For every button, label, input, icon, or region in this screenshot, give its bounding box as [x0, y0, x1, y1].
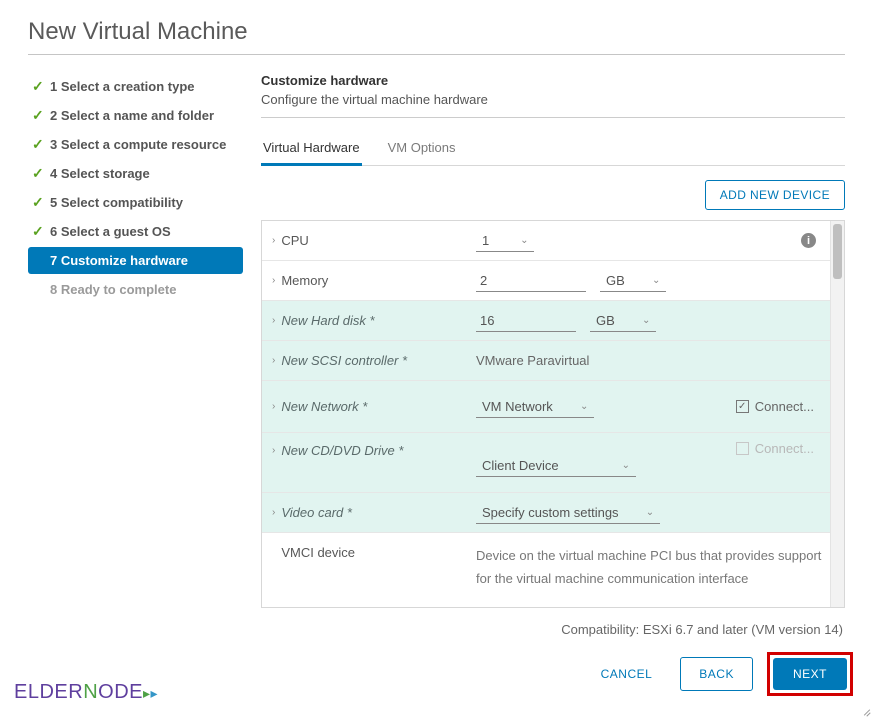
cpu-select[interactable]: 1 ⌄: [476, 230, 534, 252]
section-subtitle: Configure the virtual machine hardware: [261, 92, 845, 107]
scrollbar[interactable]: [830, 221, 844, 607]
row-expand[interactable]: › CPU: [268, 233, 476, 248]
video-select[interactable]: Specify custom settings ⌄: [476, 502, 660, 524]
row-video-card: › Video card * Specify custom settings ⌄: [262, 493, 830, 533]
cancel-button[interactable]: CANCEL: [587, 658, 667, 690]
chevron-right-icon: ›: [272, 445, 275, 456]
row-label: New CD/DVD Drive *: [281, 443, 403, 458]
row-expand[interactable]: › New Hard disk *: [268, 313, 476, 328]
checkmark-icon: ✓: [32, 107, 50, 124]
step-label: 4 Select storage: [50, 166, 150, 181]
row-expand[interactable]: › Memory: [268, 273, 476, 288]
row-label: New Hard disk *: [281, 313, 374, 328]
step-label: 2 Select a name and folder: [50, 108, 214, 123]
chevron-right-icon: ›: [272, 507, 275, 518]
checkmark-icon: ✓: [32, 165, 50, 182]
row-label: New Network *: [281, 399, 367, 414]
next-highlight: NEXT: [767, 652, 853, 696]
section-title: Customize hardware: [261, 73, 845, 88]
row-expand[interactable]: › New SCSI controller *: [268, 353, 476, 368]
row-label: Memory: [281, 273, 328, 288]
row-network: › New Network * VM Network ⌄ ✓Connect...: [262, 381, 830, 433]
step-label: 5 Select compatibility: [50, 195, 183, 210]
checkmark-icon: ✓: [32, 194, 50, 211]
chevron-right-icon: ›: [272, 275, 275, 286]
network-select[interactable]: VM Network ⌄: [476, 396, 594, 418]
row-expand[interactable]: › Video card *: [268, 505, 476, 520]
step-storage[interactable]: ✓4 Select storage: [28, 160, 243, 187]
vmci-description: Device on the virtual machine PCI bus th…: [476, 541, 822, 599]
tabs: Virtual Hardware VM Options: [261, 132, 845, 166]
chevron-down-icon: ⌄: [652, 275, 660, 286]
network-connect-checkbox[interactable]: ✓Connect...: [736, 399, 814, 414]
row-label: CPU: [281, 233, 308, 248]
step-guest-os[interactable]: ✓6 Select a guest OS: [28, 218, 243, 245]
row-label: VMCI device: [281, 545, 355, 560]
play-icon: ▸: [151, 685, 159, 701]
chevron-right-icon: ›: [272, 315, 275, 326]
memory-unit-select[interactable]: GB ⌄: [600, 270, 666, 292]
chevron-down-icon: ⌄: [642, 315, 650, 326]
step-compatibility[interactable]: ✓5 Select compatibility: [28, 189, 243, 216]
memory-input[interactable]: [476, 270, 586, 292]
chevron-down-icon: ⌄: [622, 460, 630, 471]
step-name-folder[interactable]: ✓2 Select a name and folder: [28, 102, 243, 129]
tab-virtual-hardware[interactable]: Virtual Hardware: [261, 132, 362, 165]
tab-vm-options[interactable]: VM Options: [386, 132, 458, 165]
cd-connect-checkbox: Connect...: [736, 441, 814, 456]
checkmark-icon: ✓: [32, 136, 50, 153]
hardware-table: › CPU 1 ⌄ i › Memory: [262, 221, 830, 607]
back-button[interactable]: BACK: [680, 657, 753, 691]
step-compute-resource[interactable]: ✓3 Select a compute resource: [28, 131, 243, 158]
scrollbar-thumb[interactable]: [833, 224, 842, 279]
checkbox-icon: [736, 442, 749, 455]
chevron-down-icon: ⌄: [646, 507, 654, 518]
step-creation-type[interactable]: ✓1 Select a creation type: [28, 73, 243, 100]
add-new-device-button[interactable]: ADD NEW DEVICE: [705, 180, 845, 210]
row-label: Video card *: [281, 505, 352, 520]
step-label: 7 Customize hardware: [50, 253, 188, 268]
checkmark-icon: ✓: [32, 223, 50, 240]
chevron-right-icon: ›: [272, 355, 275, 366]
divider: [261, 117, 845, 118]
row-expand[interactable]: › New CD/DVD Drive *: [268, 441, 476, 458]
row-cpu: › CPU 1 ⌄ i: [262, 221, 830, 261]
disk-unit-select[interactable]: GB ⌄: [590, 310, 656, 332]
checkmark-icon: ✓: [32, 78, 50, 95]
disk-size-input[interactable]: [476, 310, 576, 332]
row-expand[interactable]: › New Network *: [268, 399, 476, 414]
page-title: New Virtual Machine: [28, 18, 845, 46]
row-label: New SCSI controller *: [281, 353, 407, 368]
chevron-right-icon: ›: [272, 235, 275, 246]
row-vmci: › VMCI device Device on the virtual mach…: [262, 533, 830, 607]
play-icon: ▸: [143, 685, 151, 701]
chevron-down-icon: ⌄: [520, 235, 528, 246]
chevron-down-icon: ⌄: [580, 401, 588, 412]
step-ready-complete: ✓8 Ready to complete: [28, 276, 243, 303]
step-customize-hardware[interactable]: ✓7 Customize hardware: [28, 247, 243, 274]
compatibility-label: Compatibility: ESXi 6.7 and later (VM ve…: [261, 622, 845, 637]
row-cd-dvd: › New CD/DVD Drive * Client Device⌄ Conn…: [262, 433, 830, 493]
cd-device-select[interactable]: Client Device⌄: [476, 455, 636, 477]
step-label: 6 Select a guest OS: [50, 224, 171, 239]
row-hard-disk: › New Hard disk * GB ⌄: [262, 301, 830, 341]
step-label: 1 Select a creation type: [50, 79, 195, 94]
step-label: 3 Select a compute resource: [50, 137, 226, 152]
checkbox-icon: ✓: [736, 400, 749, 413]
scsi-value: VMware Paravirtual: [476, 353, 589, 368]
step-label: 8 Ready to complete: [50, 282, 176, 297]
row-memory: › Memory GB ⌄: [262, 261, 830, 301]
resize-handle-icon[interactable]: [861, 706, 871, 716]
row-scsi-controller: › New SCSI controller * VMware Paravirtu…: [262, 341, 830, 381]
wizard-sidebar: ✓1 Select a creation type ✓2 Select a na…: [28, 73, 243, 645]
chevron-right-icon: ›: [272, 401, 275, 412]
info-icon[interactable]: i: [801, 233, 816, 248]
eldernode-logo: ELDERNODE▸▸: [14, 681, 158, 704]
next-button[interactable]: NEXT: [773, 658, 847, 690]
divider: [28, 54, 845, 55]
